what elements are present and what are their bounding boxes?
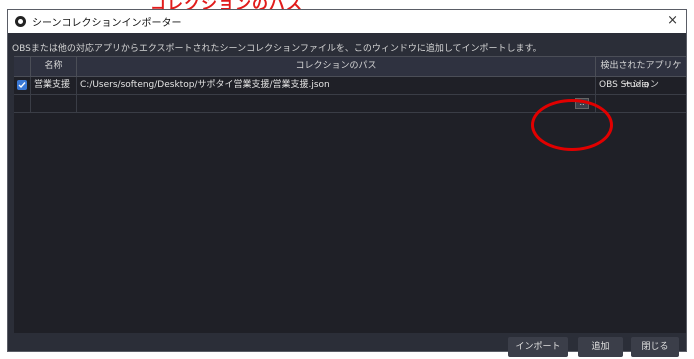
obs-logo-icon — [15, 16, 26, 27]
close-button[interactable]: 閉じる — [631, 337, 679, 357]
header-path[interactable]: コレクションのパス — [77, 57, 596, 76]
empty-application-cell — [596, 95, 686, 112]
table-row[interactable]: 営業支援 C:/Users/softeng/Desktop/サポタイ営業支援/営… — [14, 77, 686, 95]
row-check-cell[interactable] — [14, 77, 31, 94]
scene-collection-importer-window: シーンコレクションインポーター × OBSまたは他の対応アプリからエクスポートさ… — [7, 9, 687, 357]
add-button[interactable]: 追加 — [578, 337, 623, 357]
row-checkbox[interactable] — [17, 80, 27, 90]
row-application: OBS Studio — [599, 80, 650, 90]
import-button[interactable]: インポート — [508, 337, 568, 357]
annotation-banner-text: コレクションのパス — [150, 0, 303, 9]
table-header: 名称 コレクションのパス 検出されたアプリケーション — [14, 57, 686, 90]
empty-check-cell[interactable] — [14, 95, 31, 112]
empty-name-cell[interactable] — [31, 95, 77, 112]
collection-table: 名称 コレクションのパス 検出されたアプリケーション 営業支援 C:/Users… — [14, 56, 686, 333]
row-path[interactable]: C:/Users/softeng/Desktop/サポタイ営業支援/営業支援.j… — [77, 77, 596, 94]
check-icon — [18, 82, 26, 89]
empty-path-cell[interactable]: .. — [77, 95, 596, 112]
title-bar: シーンコレクションインポーター × — [8, 10, 686, 33]
row-name[interactable]: 営業支援 — [31, 77, 77, 94]
header-application[interactable]: 検出されたアプリケーション — [596, 57, 686, 90]
table-row-empty[interactable]: .. — [14, 95, 686, 113]
browse-button[interactable]: .. — [575, 98, 589, 109]
annotation-banner: コレクションのパス — [0, 0, 694, 9]
window-title: シーンコレクションインポーター — [32, 18, 182, 29]
header-check-column — [14, 57, 31, 76]
description-text: OBSまたは他の対応アプリからエクスポートされたシーンコレクションファイルを、こ… — [12, 44, 542, 54]
header-name[interactable]: 名称 — [31, 57, 77, 76]
close-icon[interactable]: × — [667, 13, 678, 28]
